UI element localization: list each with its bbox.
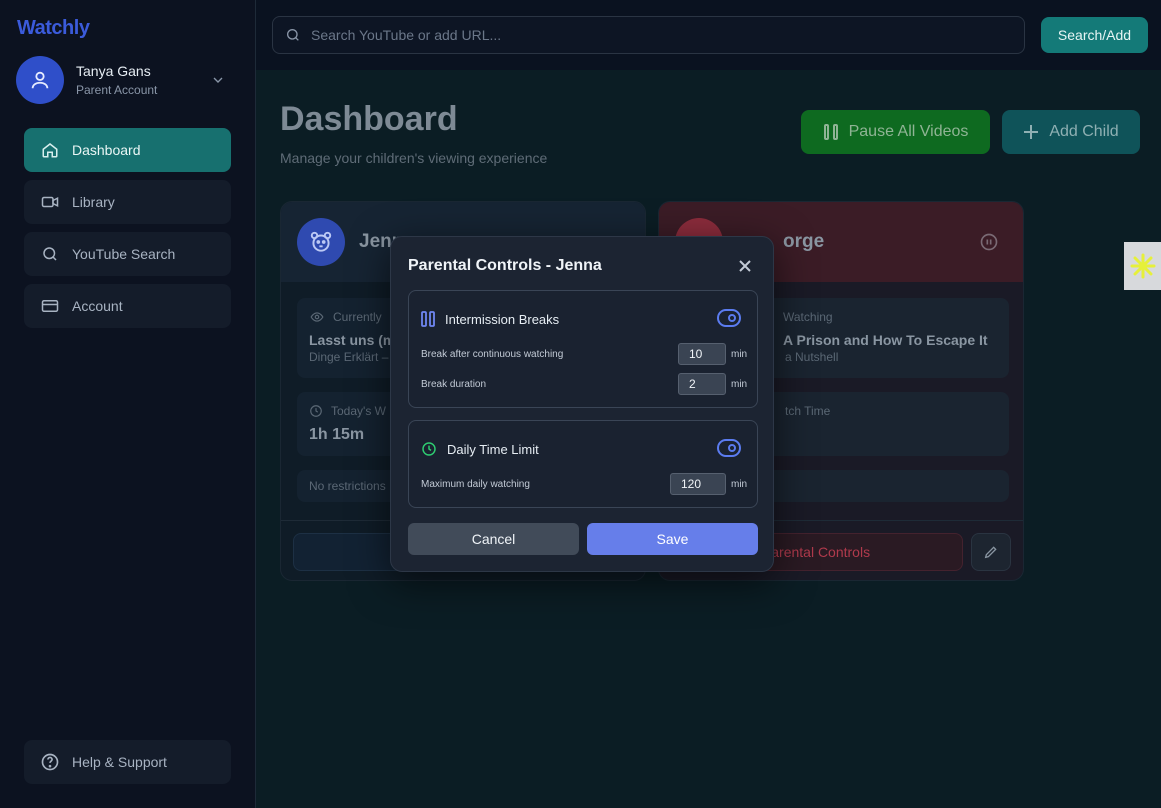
child-avatar — [297, 218, 345, 266]
sidebar-item-account[interactable]: Account — [24, 284, 231, 328]
video-title: Lasst uns (m — [309, 332, 396, 348]
daily-time-limit-section: Daily Time Limit Maximum daily watching … — [408, 420, 758, 508]
sidebar-nav: Dashboard Library YouTube Search Account — [24, 128, 231, 336]
help-icon — [40, 752, 60, 772]
sidebar-item-label: YouTube Search — [72, 246, 176, 262]
video-channel: a Nutshell — [785, 350, 839, 364]
search-add-button[interactable]: Search/Add — [1041, 17, 1148, 53]
intermission-breaks-section: Intermission Breaks Break after continuo… — [408, 290, 758, 408]
sidebar-item-dashboard[interactable]: Dashboard — [24, 128, 231, 172]
sidebar-item-youtube-search[interactable]: YouTube Search — [24, 232, 231, 276]
max-daily-label: Maximum daily watching — [421, 478, 530, 490]
close-icon[interactable] — [737, 258, 753, 274]
today-watch-time: 1h 15m — [309, 426, 365, 443]
save-button[interactable]: Save — [587, 523, 758, 555]
video-icon — [40, 192, 60, 212]
pause-all-videos-button[interactable]: Pause All Videos — [801, 110, 990, 154]
break-after-input[interactable] — [678, 343, 726, 365]
pause-icon — [421, 311, 435, 327]
user-name: Tanya Gans — [76, 63, 151, 79]
bear-icon — [310, 231, 332, 252]
credit-card-icon — [40, 296, 60, 316]
video-title: A Prison and How To Escape It — [783, 332, 988, 348]
intermission-toggle[interactable] — [717, 309, 741, 327]
break-duration-label: Break duration — [421, 378, 487, 390]
restrictions-text: No restrictions — [309, 479, 386, 493]
sidebar-item-library[interactable]: Library — [24, 180, 231, 224]
today-label: Today's W — [331, 404, 386, 418]
help-label: Help & Support — [72, 754, 167, 770]
break-after-label: Break after continuous watching — [421, 348, 564, 360]
add-child-button[interactable]: Add Child — [1002, 110, 1140, 154]
max-daily-row: Maximum daily watching min — [421, 472, 747, 496]
parental-controls-modal: Parental Controls - Jenna Intermission B… — [390, 236, 774, 572]
pause-icon — [823, 123, 839, 141]
daily-limit-toggle[interactable] — [717, 439, 741, 457]
chevron-down-icon[interactable] — [210, 72, 226, 88]
cancel-button[interactable]: Cancel — [408, 523, 579, 555]
max-daily-input[interactable] — [670, 473, 726, 495]
home-icon — [40, 140, 60, 160]
brand-logo[interactable]: Watchly — [17, 17, 90, 40]
edit-child-button[interactable] — [971, 533, 1011, 571]
pencil-icon — [984, 546, 997, 559]
user-role: Parent Account — [76, 83, 158, 97]
video-channel: Dinge Erklärt – — [309, 350, 389, 364]
pause-circle-icon[interactable] — [979, 232, 999, 252]
unit-label: min — [731, 378, 748, 390]
user-icon — [31, 71, 49, 89]
search-input[interactable] — [311, 27, 991, 43]
currently-label: Currently — [333, 310, 382, 324]
sidebar: Watchly Tanya Gans Parent Account Dashbo… — [0, 0, 256, 808]
user-menu[interactable]: Tanya Gans Parent Account — [16, 56, 240, 104]
plus-icon — [1023, 124, 1039, 140]
break-after-row: Break after continuous watching min — [421, 342, 747, 366]
today-label: tch Time — [785, 404, 831, 418]
sidebar-item-label: Account — [72, 298, 123, 314]
search-bar — [272, 16, 1025, 54]
clock-icon — [421, 441, 437, 457]
intermission-title: Intermission Breaks — [445, 311, 560, 327]
unit-label: min — [731, 348, 748, 360]
search-icon — [287, 29, 299, 41]
sparkle-icon — [1130, 253, 1155, 279]
daily-limit-title: Daily Time Limit — [447, 441, 539, 457]
sidebar-item-label: Library — [72, 194, 115, 210]
pause-all-label: Pause All Videos — [848, 123, 969, 140]
user-avatar — [16, 56, 64, 104]
search-icon — [40, 244, 60, 264]
modal-title: Parental Controls - Jenna — [408, 257, 602, 274]
clock-icon — [309, 404, 323, 418]
break-duration-row: Break duration min — [421, 372, 747, 396]
break-duration-input[interactable] — [678, 373, 726, 395]
unit-label: min — [731, 478, 748, 490]
child-name: orge — [783, 231, 825, 252]
floating-widget[interactable] — [1124, 242, 1161, 290]
add-child-label: Add Child — [1049, 123, 1119, 140]
page-subtitle: Manage your children's viewing experienc… — [280, 150, 548, 166]
page-title: Dashboard — [280, 100, 458, 138]
top-bar: Search/Add — [256, 0, 1161, 70]
eye-icon — [309, 310, 325, 324]
sidebar-item-label: Dashboard — [72, 142, 141, 158]
currently-label: Watching — [783, 310, 833, 324]
help-support-button[interactable]: Help & Support — [24, 740, 231, 784]
